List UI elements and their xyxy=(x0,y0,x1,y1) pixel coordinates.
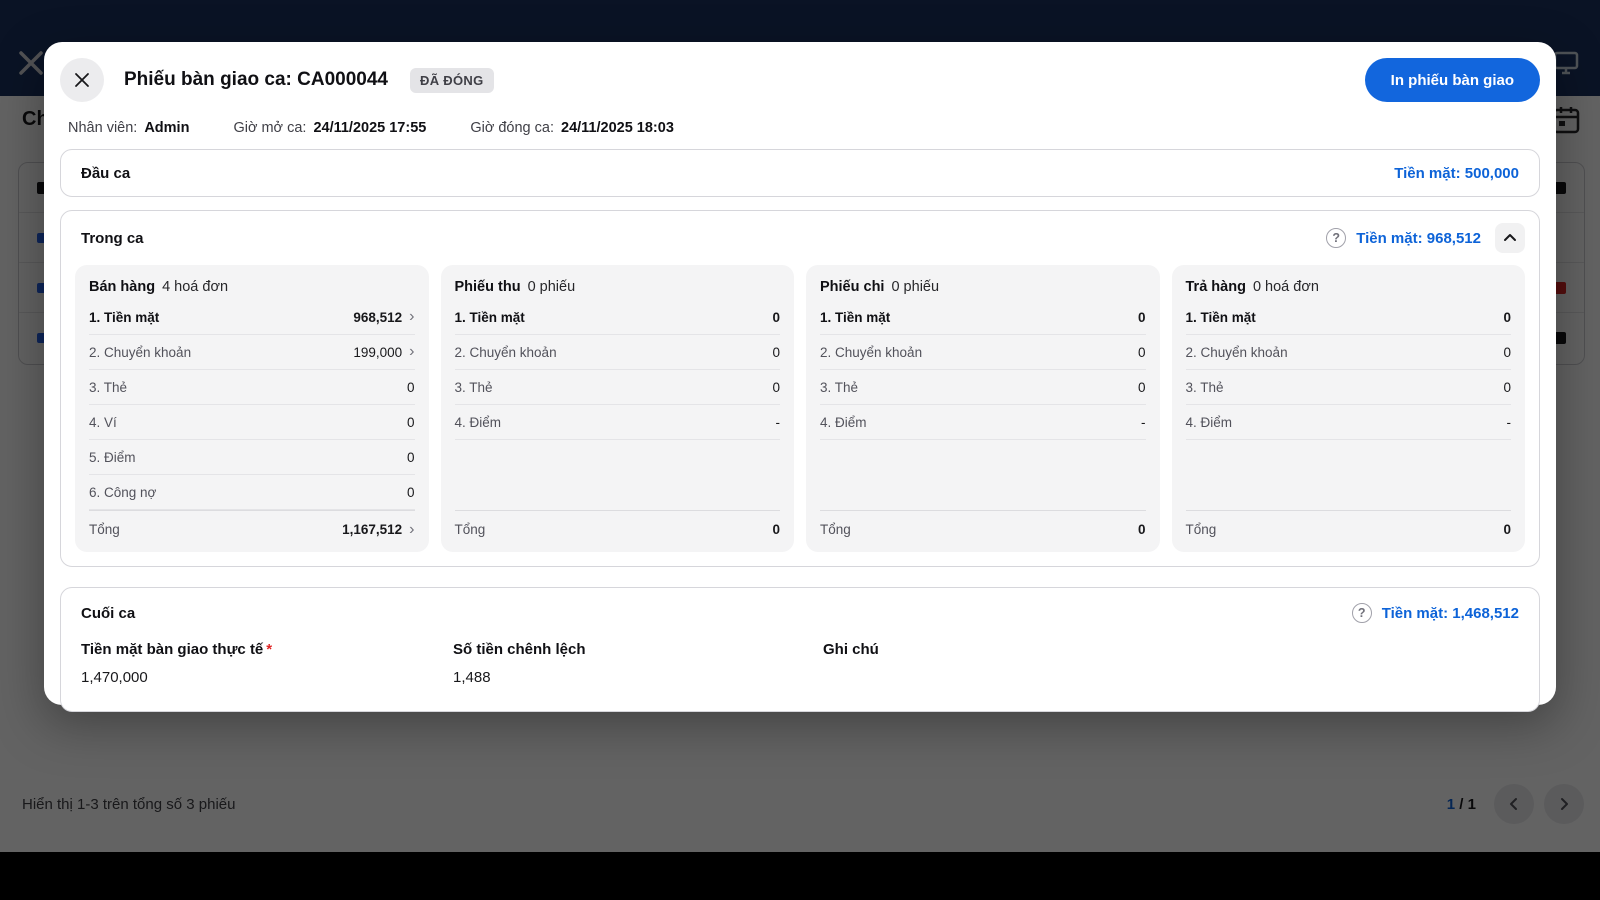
end-shift-title: Cuối ca xyxy=(81,604,136,622)
status-badge: ĐÃ ĐÓNG xyxy=(410,67,494,93)
payment-row[interactable]: 2. Chuyển khoản 199,000 › xyxy=(89,335,415,370)
payment-row: 3. Thẻ 0 xyxy=(454,370,780,405)
payment-row: 1. Tiền mặt 0 xyxy=(820,300,1146,335)
column-subtitle: 4 hoá đơn xyxy=(162,279,229,295)
collapse-button[interactable] xyxy=(1495,223,1525,253)
payment-row: 3. Thẻ 0 xyxy=(89,370,415,405)
column-total-row: Tổng 0 xyxy=(820,510,1146,548)
help-icon[interactable]: ? xyxy=(1326,228,1347,248)
modal-header: Phiếu bàn giao ca: CA000044 ĐÃ ĐÓNG In p… xyxy=(60,56,1540,104)
required-mark: * xyxy=(266,641,273,658)
payment-row: 1. Tiền mặt 0 xyxy=(454,300,780,335)
column-subtitle: 0 hoá đơn xyxy=(1252,279,1319,295)
payment-row: 1. Tiền mặt 0 xyxy=(1185,300,1511,335)
receipt-column: Phiếu thu 0 phiếu 1. Tiền mặt 0 2. Chuyển… xyxy=(440,265,794,552)
close-icon xyxy=(75,73,89,87)
modal-title: Phiếu bàn giao ca: CA000044 xyxy=(124,69,388,90)
payment-voucher-column-header: Phiếu chi 0 phiếu xyxy=(820,271,1146,300)
payment-row: 2. Chuyển khoản 0 xyxy=(820,335,1146,370)
chevron-right-icon: › xyxy=(409,308,415,325)
start-shift-row: Đầu ca Tiền mặt: 500,000 xyxy=(61,150,1539,196)
returns-column-header: Trả hàng 0 hoá đơn xyxy=(1186,271,1512,300)
end-shift-fields: Tiền mặt bàn giao thực tế * 1,470,000 Số … xyxy=(81,641,1519,687)
close-time-label: Giờ đóng ca: xyxy=(470,120,554,136)
note-field: Ghi chú xyxy=(823,641,1519,687)
payment-row: 2. Chuyển khoản 0 xyxy=(454,335,780,370)
chevron-right-icon: › xyxy=(409,520,415,538)
column-title: Bán hàng xyxy=(89,279,156,295)
payment-row: 2. Chuyển khoản 0 xyxy=(1185,335,1511,370)
during-shift-cash-link[interactable]: Tiền mặt: 968,512 xyxy=(1356,230,1481,247)
payment-row: 4. Điểm - xyxy=(454,405,780,440)
note-label: Ghi chú xyxy=(823,641,879,658)
during-shift-header: Trong ca ? Tiền mặt: 968,512 xyxy=(61,211,1539,265)
during-shift-title: Trong ca xyxy=(81,229,144,247)
difference-field: Số tiền chênh lệch 1,488 xyxy=(453,641,823,687)
column-total-row: Tổng 0 xyxy=(454,510,780,548)
print-handover-button[interactable]: In phiếu bàn giao xyxy=(1364,58,1540,102)
staff-value: Admin xyxy=(144,120,190,136)
column-total-row: Tổng 0 xyxy=(1185,510,1511,548)
receipt-column-header: Phiếu thu 0 phiếu xyxy=(455,271,781,300)
note-value[interactable] xyxy=(823,669,1519,687)
start-shift-title: Đầu ca xyxy=(81,164,131,182)
payment-row: 6. Công nợ 0 xyxy=(89,475,415,510)
end-shift-header: Cuối ca ? Tiền mặt: 1,468,512 xyxy=(81,603,1519,623)
sales-column: Bán hàng 4 hoá đơn 1. Tiền mặt 968,512 › 2… xyxy=(75,265,429,552)
chevron-up-icon xyxy=(1504,234,1516,241)
payment-columns: Bán hàng 4 hoá đơn 1. Tiền mặt 968,512 › 2… xyxy=(75,265,1525,552)
open-time-label: Giờ mở ca: xyxy=(233,120,307,136)
end-shift-cash-link[interactable]: Tiền mặt: 1,468,512 xyxy=(1382,605,1519,622)
staff-label: Nhân viên: xyxy=(68,120,138,136)
payment-voucher-column: Phiếu chi 0 phiếu 1. Tiền mặt 0 2. Chuyển… xyxy=(806,265,1160,552)
open-time-value: 24/11/2025 17:55 xyxy=(313,120,427,136)
payment-row: 4. Điểm - xyxy=(1185,405,1511,440)
shift-info-row: Nhân viên: Admin Giờ mở ca: 24/11/2025 17:… xyxy=(68,120,1540,136)
help-icon[interactable]: ? xyxy=(1351,603,1372,623)
open-time-info: Giờ mở ca: 24/11/2025 17:55 xyxy=(233,120,426,136)
difference-value: 1,488 xyxy=(453,669,491,686)
actual-cash-field: Tiền mặt bàn giao thực tế * 1,470,000 xyxy=(81,641,453,687)
sales-column-header: Bán hàng 4 hoá đơn xyxy=(89,271,415,300)
chevron-right-icon: › xyxy=(409,343,415,360)
payment-row: 4. Ví 0 xyxy=(89,405,415,440)
close-time-value: 24/11/2025 18:03 xyxy=(561,120,674,136)
difference-label: Số tiền chênh lệch xyxy=(453,641,586,658)
payment-row: 4. Điểm - xyxy=(820,405,1146,440)
payment-row: 3. Thẻ 0 xyxy=(820,370,1146,405)
payment-row[interactable]: 1. Tiền mặt 968,512 › xyxy=(89,300,415,335)
actual-cash-value[interactable]: 1,470,000 xyxy=(81,669,453,687)
returns-column: Trả hàng 0 hoá đơn 1. Tiền mặt 0 2. Chuyể… xyxy=(1171,265,1525,552)
close-button[interactable] xyxy=(60,58,104,102)
column-subtitle: 0 phiếu xyxy=(891,279,940,295)
column-title: Phiếu chi xyxy=(820,279,885,295)
during-shift-card: Trong ca ? Tiền mặt: 968,512 Bán hàng 4 … xyxy=(60,210,1540,567)
end-shift-card: Cuối ca ? Tiền mặt: 1,468,512 Tiền mặt b… xyxy=(60,587,1540,712)
column-total-row[interactable]: Tổng 1,167,512 › xyxy=(89,510,415,548)
start-shift-card: Đầu ca Tiền mặt: 500,000 xyxy=(60,149,1540,197)
actual-cash-label: Tiền mặt bàn giao thực tế * xyxy=(81,641,273,658)
column-title: Phiếu thu xyxy=(454,279,521,295)
column-title: Trả hàng xyxy=(1185,279,1246,295)
start-shift-cash-link[interactable]: Tiền mặt: 500,000 xyxy=(1394,165,1519,182)
column-subtitle: 0 phiếu xyxy=(527,279,576,295)
staff-info: Nhân viên: Admin xyxy=(68,120,189,136)
payment-row: 3. Thẻ 0 xyxy=(1185,370,1511,405)
payment-row: 5. Điểm 0 xyxy=(89,440,415,475)
shift-handover-modal: Phiếu bàn giao ca: CA000044 ĐÃ ĐÓNG In p… xyxy=(44,42,1556,712)
close-time-info: Giờ đóng ca: 24/11/2025 18:03 xyxy=(470,120,674,136)
